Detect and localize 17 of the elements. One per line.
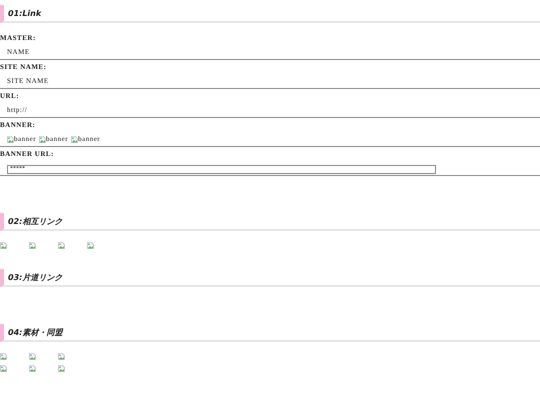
broken-image-icon bbox=[0, 242, 7, 248]
section-heading: 03:片道リンク bbox=[0, 269, 540, 287]
broken-image-icon bbox=[29, 242, 36, 248]
broken-image-icon bbox=[58, 242, 65, 248]
broken-image-icon bbox=[58, 352, 65, 360]
broken-image-icon bbox=[39, 136, 46, 142]
broken-image-icon bbox=[87, 242, 94, 248]
broken-image-icon bbox=[0, 352, 7, 360]
broken-image-icon bbox=[0, 364, 7, 372]
broken-image-icon bbox=[71, 136, 78, 142]
broken-image-icon bbox=[29, 352, 36, 360]
broken-image-icon bbox=[7, 136, 14, 142]
section-heading: 04:素材・同盟 bbox=[0, 324, 540, 342]
section-heading: 01:Link bbox=[0, 5, 540, 23]
broken-image-icon bbox=[29, 364, 36, 372]
section-heading: 02:相互リンク bbox=[0, 213, 540, 231]
broken-image-icon bbox=[58, 364, 65, 372]
